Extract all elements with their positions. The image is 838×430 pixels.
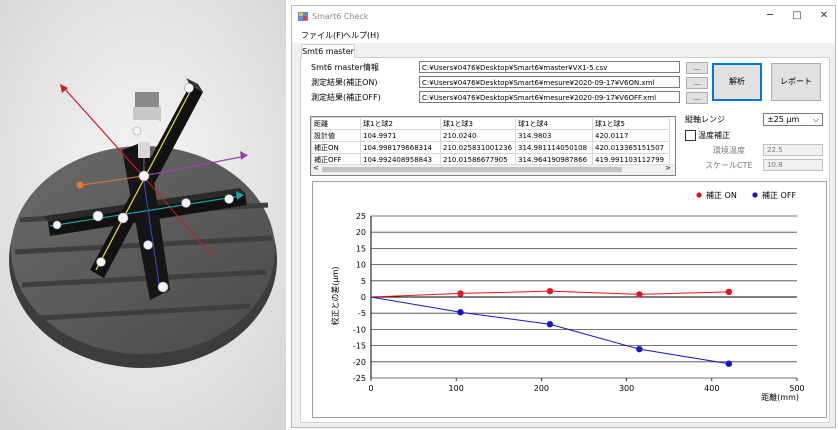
series-line-2 <box>370 296 729 365</box>
x-tick-label: 100 <box>449 384 464 393</box>
scroll-thumb[interactable] <box>322 167 622 172</box>
scale-cte-label: スケールCTE <box>705 161 753 170</box>
range-select-value: ±25 μm <box>767 115 800 124</box>
y-tick-label: -25 <box>353 374 366 383</box>
menu-help[interactable]: ヘルプ(H) <box>343 30 379 41</box>
result-on-label: 測定結果(補正ON) <box>311 78 378 87</box>
table-header-cell: 距離 <box>311 117 361 130</box>
range-label: 縦軸レンジ <box>685 115 725 124</box>
legend-marker <box>696 192 702 198</box>
scroll-left-arrow-icon[interactable]: < <box>313 164 319 172</box>
maximize-button[interactable]: □ <box>784 9 810 23</box>
table-cell: 420.0117 <box>592 129 670 142</box>
y-tick-label: -15 <box>353 342 366 351</box>
table-row[interactable]: 設計値 104.9971 210.0240 314.9803 420.0117 <box>311 129 670 142</box>
3d-scene-view <box>0 0 286 430</box>
ambient-temp-field[interactable]: 22.5 <box>763 144 823 156</box>
result-off-label: 測定結果(補正OFF) <box>311 93 381 102</box>
master-info-path-field[interactable]: C:¥Users¥0476¥Desktop¥Smart6¥master¥VX1-… <box>419 61 680 73</box>
title-bar: Smart6 Check ─ □ ✕ <box>292 6 835 28</box>
table-cell: 104.9971 <box>360 129 441 142</box>
result-on-browse-button[interactable]: ... <box>686 77 708 89</box>
table-cell: 104.998179668314 <box>360 141 441 154</box>
deviation-chart-panel: 25 20 15 10 5 0 -5 -10 -15 -20 -25 0 100 200 300 400 500… <box>312 181 827 418</box>
y-tick-label: 25 <box>356 212 366 221</box>
data-point <box>725 360 733 367</box>
master-browse-button[interactable]: ... <box>686 62 708 74</box>
temp-correction-label: 温度補正 <box>698 131 730 140</box>
y-tick-label: 10 <box>356 261 366 270</box>
data-point <box>546 321 554 328</box>
deviation-chart: 2520151050-5-10-15-20-250 100 200 300 400 500… <box>330 190 805 402</box>
table-cell: 420.013365151507 <box>592 141 670 154</box>
menu-bar: ファイル(F) ヘルプ(H) <box>292 28 835 43</box>
menu-file[interactable]: ファイル(F) <box>301 30 344 41</box>
table-cell: 補正ON <box>311 141 361 154</box>
app-icon <box>298 12 308 21</box>
table-header-row: 距離 球1と球2 球1と球3 球1と球4 球1と球5 <box>311 117 670 130</box>
ambient-temp-label: 環境温度 <box>713 146 745 155</box>
table-cell: 314.981114050108 <box>515 141 593 154</box>
x-tick-label: 0 <box>368 384 373 393</box>
tab-page: Smt6 master情報 C:¥Users¥0476¥Desktop¥Smar… <box>300 57 830 423</box>
table-row[interactable]: 補正ON 104.998179668314 210.025831001236 3… <box>311 141 670 154</box>
result-off-path-field[interactable]: C:¥Users¥0476¥Desktop¥Smart6¥mesure¥2020… <box>419 91 680 103</box>
table-horizontal-scrollbar[interactable]: < > <box>311 164 675 175</box>
y-tick-label: 0 <box>361 293 366 302</box>
table-cell: 314.9803 <box>515 129 593 142</box>
window-title: Smart6 Check <box>312 12 369 21</box>
x-tick-label: 400 <box>704 384 719 393</box>
x-tick-label: 200 <box>534 384 549 393</box>
chart-series <box>370 287 733 367</box>
table-cell: 210.0240 <box>440 129 516 142</box>
results-table: 距離 球1と球2 球1と球3 球1と球4 球1と球5 設計値 104.9971 … <box>310 116 676 176</box>
analyze-button[interactable]: 解析 <box>712 63 762 101</box>
scale-cte-field[interactable]: 10.8 <box>763 159 823 171</box>
chevron-down-icon: ⌵ <box>812 115 819 124</box>
master-info-label: Smt6 master情報 <box>311 63 379 72</box>
temp-correction-checkbox[interactable] <box>685 130 696 141</box>
legend-label: 補正 ON <box>706 190 737 200</box>
result-on-path-field[interactable]: C:¥Users¥0476¥Desktop¥Smart6¥mesure¥2020… <box>419 76 680 88</box>
close-button[interactable]: ✕ <box>811 9 837 23</box>
y-tick-label: 20 <box>356 228 366 237</box>
data-point <box>725 288 733 296</box>
table-cell: 210.025831001236 <box>440 141 516 154</box>
y-tick-label: -10 <box>353 325 366 334</box>
chart-legend: 補正 ON 補正 OFF <box>696 190 796 200</box>
table-cell: 設計値 <box>311 129 361 142</box>
range-select[interactable]: ±25 μm ⌵ <box>763 113 823 126</box>
legend-label: 補正 OFF <box>762 190 796 200</box>
x-axis-label: 距離(mm) <box>761 392 799 402</box>
chart-grid <box>370 215 798 381</box>
minimize-button[interactable]: ─ <box>757 9 783 23</box>
y-tick-label: 5 <box>361 277 366 286</box>
y-axis-label: 校正との差(μm) <box>330 266 340 325</box>
data-point <box>636 345 643 353</box>
data-point <box>546 287 554 295</box>
x-tick-label: 300 <box>619 384 634 393</box>
app-window: Smart6 Check ─ □ ✕ ファイル(F) ヘルプ(H) Smt6 m… <box>291 5 836 428</box>
data-point <box>457 309 464 316</box>
tab-smt6-master[interactable]: Smt6 master <box>301 44 355 58</box>
data-point <box>636 291 643 298</box>
table-header-cell: 球1と球2 <box>360 117 441 130</box>
legend-marker <box>752 192 758 198</box>
scroll-right-arrow-icon[interactable]: > <box>665 164 671 172</box>
chart-tick-labels: 2520151050-5-10-15-20-250 100 200 300 400 500 <box>353 212 805 393</box>
report-button[interactable]: レポート <box>771 63 821 101</box>
table-header-cell: 球1と球4 <box>515 117 593 130</box>
x-tick-label: 500 <box>789 384 804 393</box>
table-header-cell: 球1と球3 <box>440 117 516 130</box>
y-tick-label: 15 <box>356 244 366 253</box>
data-point <box>457 290 464 297</box>
y-tick-label: -5 <box>358 309 366 318</box>
result-off-browse-button[interactable]: ... <box>686 92 708 104</box>
table-header-cell: 球1と球5 <box>592 117 670 130</box>
y-tick-label: -20 <box>353 358 366 367</box>
